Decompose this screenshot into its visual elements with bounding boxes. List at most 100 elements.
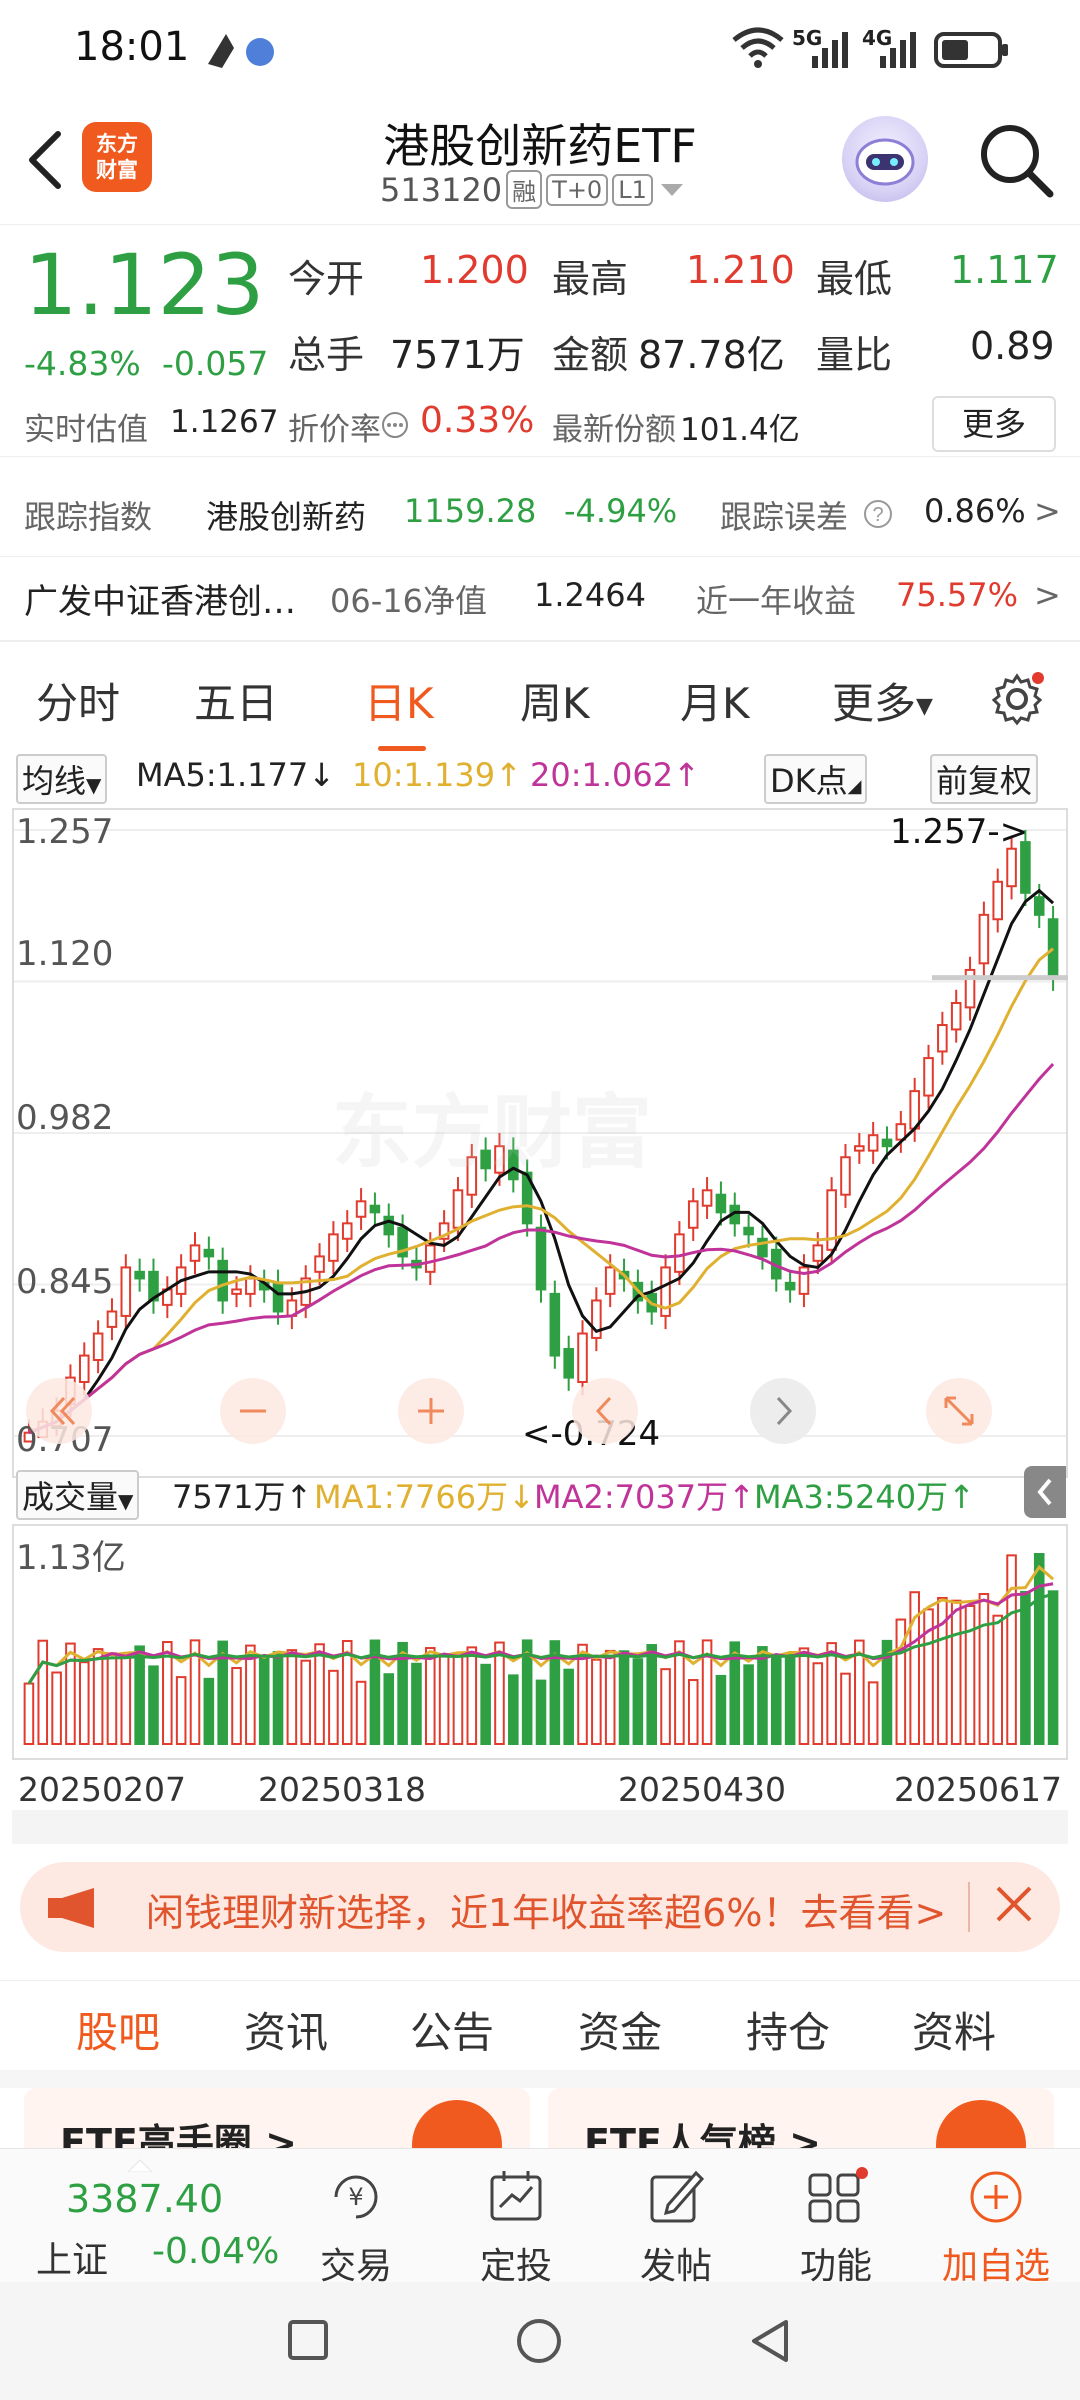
candle-body <box>245 1277 256 1295</box>
volume-type-select[interactable]: 成交量▼ <box>16 1470 140 1520</box>
kline-chart[interactable]: 1.257 1.120 0.982 0.845 0.707 1.257-> <-… <box>12 808 1068 1478</box>
stock-code-row[interactable]: 513120 融 T+0 L1 <box>380 170 685 209</box>
tracking-row[interactable]: 跟踪指数 港股创新药 1159.28 -4.94% 跟踪误差 ? 0.86% > <box>0 486 1080 542</box>
nav-post[interactable]: 发帖 <box>616 2167 736 2289</box>
tab-monthly-k[interactable]: 月K <box>680 670 750 731</box>
megaphone-icon <box>48 1888 94 1928</box>
search-icon[interactable] <box>976 120 1056 200</box>
down-arrow-icon: ↓ <box>308 756 336 794</box>
recents-square-icon[interactable] <box>286 2318 330 2362</box>
up-arrow-icon: ↑ <box>495 756 522 794</box>
high-annotation: 1.257-> <box>890 812 1029 852</box>
card-etf-popular[interactable]: ETF人气榜 > <box>548 2088 1054 2148</box>
zoom-out-button[interactable] <box>220 1378 286 1444</box>
status-time: 18:01 <box>74 24 190 70</box>
home-circle-icon[interactable] <box>514 2316 564 2366</box>
iopv-value: 1.1267 <box>170 404 279 440</box>
nav-add-watchlist[interactable]: 加自选 <box>936 2167 1056 2289</box>
tab-five-day[interactable]: 五日 <box>194 670 278 731</box>
volume-bar <box>466 1646 478 1745</box>
add-circle-icon <box>970 2171 1022 2223</box>
divider <box>0 456 1080 457</box>
gear-icon[interactable] <box>990 672 1044 726</box>
ma5-text: MA5:1.177 <box>136 756 309 794</box>
volume-bar <box>1033 1553 1045 1745</box>
ma20-value: 20:1.062↑ <box>530 756 700 794</box>
fund-row[interactable]: 广发中证香港创… 06-16净值 1.2464 近一年收益 75.57% > <box>0 568 1080 630</box>
volume-value: 7571万 <box>390 333 525 377</box>
candle-body <box>826 1189 837 1251</box>
promo-banner[interactable]: 闲钱理财新选择，近1年收益率超6%！去看看> <box>20 1862 1060 1952</box>
volume-bar <box>272 1651 284 1745</box>
volume-bar <box>674 1640 685 1745</box>
amount-value: 87.78亿 <box>638 333 785 377</box>
tab-weekly-k[interactable]: 周K <box>520 670 590 731</box>
battery-icon <box>934 32 1008 68</box>
volume-bar <box>258 1657 270 1745</box>
fullscreen-button[interactable] <box>926 1378 992 1444</box>
index-ticker[interactable]: 3387.40 上证 -0.04% <box>0 2159 290 2281</box>
volume-bar <box>286 1649 298 1745</box>
tab-news[interactable]: 资讯 <box>244 1999 328 2060</box>
volume-bar <box>508 1674 519 1746</box>
candle-body <box>120 1266 132 1317</box>
tab-daily-k[interactable]: 日K <box>364 670 434 731</box>
nav-trade[interactable]: ¥ 交易 <box>296 2167 416 2289</box>
nav-sip[interactable]: 定投 <box>456 2167 576 2289</box>
open-value: 1.200 <box>420 248 529 292</box>
close-icon[interactable] <box>990 1880 1038 1928</box>
candle-body <box>881 1138 893 1148</box>
back-triangle-icon[interactable] <box>746 2316 792 2366</box>
volume-bar <box>743 1664 754 1745</box>
watermark: 东方财富 <box>332 1086 652 1179</box>
volume-bar <box>784 1653 796 1745</box>
change-amount: -0.057 <box>162 344 269 383</box>
candle-body <box>701 1189 713 1207</box>
tab-holdings[interactable]: 持仓 <box>746 1999 830 2060</box>
tab-profile[interactable]: 资料 <box>912 1999 996 2060</box>
candle-body <box>577 1332 588 1384</box>
discount-label: 折价率 <box>288 412 381 448</box>
tracking-index-value: 1159.28 <box>404 492 537 530</box>
tab-forum[interactable]: 股吧 <box>76 1999 160 2060</box>
card-etf-experts[interactable]: ETF高手圈 > <box>24 2088 530 2148</box>
info-dots-icon[interactable] <box>380 410 410 440</box>
low-value: 1.117 <box>950 248 1059 292</box>
tab-more[interactable]: 更多▼ <box>832 670 933 731</box>
grid-apps-icon <box>808 2167 868 2223</box>
ma5-value: MA5:1.177↓ <box>136 756 335 794</box>
side-panel-toggle[interactable] <box>1024 1466 1066 1518</box>
scroll-right-button[interactable] <box>750 1378 816 1444</box>
volume-bar <box>328 1669 339 1746</box>
vol-ratio-label: 量比 <box>816 333 893 377</box>
volume-bar <box>37 1639 49 1745</box>
volume-bar <box>175 1676 187 1745</box>
candle-body <box>950 1001 962 1031</box>
more-button[interactable]: 更多 <box>932 396 1056 452</box>
nav-functions[interactable]: 功能 <box>776 2167 896 2289</box>
help-icon[interactable]: ? <box>862 498 894 530</box>
zoom-in-button[interactable] <box>398 1378 464 1444</box>
candle-body <box>1033 896 1045 916</box>
indicator-type-select[interactable]: 均线▼ <box>16 754 108 804</box>
adjust-select[interactable]: 前复权 <box>930 754 1039 804</box>
candle-body <box>937 1024 948 1053</box>
scroll-left-fast-button[interactable] <box>26 1378 92 1444</box>
tab-intraday[interactable]: 分时 <box>36 670 120 731</box>
volume-bar <box>770 1654 782 1746</box>
tab-announcements[interactable]: 公告 <box>410 1999 494 2060</box>
time-scrollbar[interactable] <box>12 1810 1068 1844</box>
tab-capital[interactable]: 资金 <box>578 1999 662 2060</box>
candle-body <box>743 1226 754 1236</box>
assistant-robot-icon[interactable] <box>842 116 928 202</box>
scroll-left-button[interactable] <box>572 1378 638 1444</box>
volume-bar <box>591 1658 602 1746</box>
volume-bar <box>134 1645 145 1745</box>
candle-body <box>978 913 990 965</box>
volume-bar <box>1006 1554 1017 1745</box>
volume-chart[interactable]: 1.13亿 <box>12 1524 1068 1760</box>
y-tick-3: 0.982 <box>16 1098 114 1138</box>
vol-ratio-value: 0.89 <box>970 324 1055 368</box>
candle-body <box>840 1156 851 1196</box>
dk-point-toggle[interactable]: DK点◢ <box>764 754 868 804</box>
